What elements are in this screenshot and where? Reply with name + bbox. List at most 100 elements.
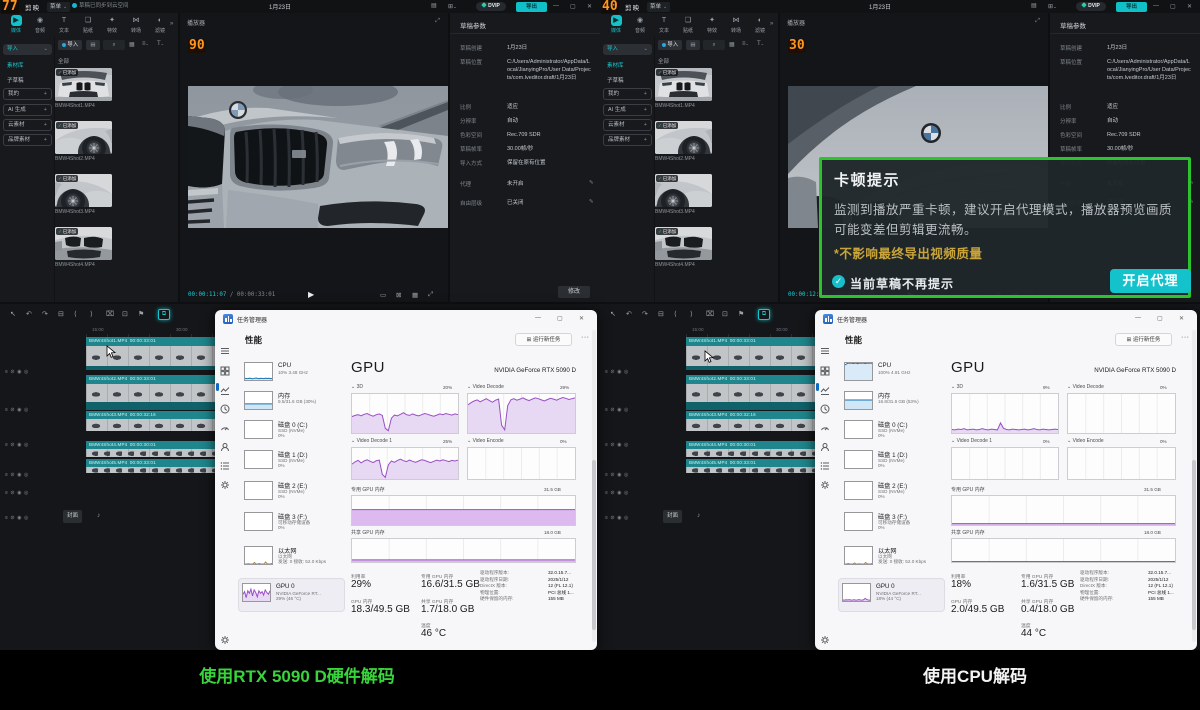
- search-input[interactable]: ⌕: [703, 40, 725, 50]
- sidebar-item-素材库[interactable]: 素材库: [3, 61, 52, 72]
- track-header-controls[interactable]: ≡⊘◉◎: [5, 472, 31, 478]
- startup-icon[interactable]: [220, 420, 230, 430]
- tm-more-button[interactable]: ···: [1181, 334, 1190, 341]
- tm-sidebar-item-磁盘0(C:)[interactable]: 磁盘 0 (C:)SSD (NVMe)0%: [841, 420, 945, 446]
- settings-icon[interactable]: [820, 632, 830, 642]
- tm-close-button[interactable]: ✕: [1179, 315, 1184, 322]
- dvip-badge[interactable]: DVIP: [476, 2, 506, 11]
- grid-layout-icon[interactable]: ⊞⌄: [448, 3, 457, 11]
- menu-button[interactable]: 菜单⌄: [647, 2, 670, 12]
- maximize-button[interactable]: ▢: [1170, 3, 1176, 10]
- menu-button[interactable]: 菜单⌄: [47, 2, 70, 12]
- app-history-icon[interactable]: [820, 401, 830, 411]
- quality-icon[interactable]: ▭: [380, 291, 386, 299]
- track-header-controls[interactable]: ≡⊘◉◎: [605, 442, 631, 448]
- draft-params-edit-button[interactable]: 修改: [558, 286, 590, 298]
- tm-run-new-task-button[interactable]: ⊞ 运行新任务: [1115, 333, 1172, 346]
- delete-icon[interactable]: ⌧: [106, 310, 114, 319]
- cover-button[interactable]: 封面: [663, 510, 682, 523]
- mirror-icon[interactable]: ⊡: [122, 310, 128, 319]
- main-track-controls[interactable]: ≡⊘◉◎: [605, 515, 631, 521]
- tm-run-new-task-button[interactable]: ⊞ 运行新任务: [515, 333, 572, 346]
- tm-sidebar-item-磁盘1(D:)[interactable]: 磁盘 1 (D:)SSD (NVMe)0%: [841, 450, 945, 476]
- tab-特效[interactable]: ✦特效: [100, 15, 124, 34]
- track-header-controls[interactable]: ≡⊘◉◎: [605, 407, 631, 413]
- close-button[interactable]: ✕: [1187, 3, 1192, 10]
- startup-icon[interactable]: [820, 420, 830, 430]
- processes-icon[interactable]: [820, 363, 830, 373]
- layout-icon[interactable]: ▤: [1031, 3, 1037, 10]
- app-history-icon[interactable]: [220, 401, 230, 411]
- marker-icon[interactable]: ⚑: [138, 310, 144, 319]
- tm-sidebar-item-磁盘1(D:)[interactable]: 磁盘 1 (D:)SSD (NVMe)0%: [241, 450, 345, 476]
- menu-icon[interactable]: [820, 343, 830, 353]
- media-clip[interactable]: ✓已添加BMW4Shot1.MP4: [655, 68, 712, 109]
- sidebar-item-云素材[interactable]: 云素材+: [3, 119, 52, 131]
- tm-sidebar-item-磁盘2(E:)[interactable]: 磁盘 2 (E:)SSD (NVMe)0%: [241, 481, 345, 507]
- media-clip[interactable]: ✓已添加BMW4Shot3.MP4: [655, 174, 712, 215]
- cover-button[interactable]: 封面: [63, 510, 82, 523]
- sidebar-item-导入[interactable]: 导入⌄: [3, 44, 52, 55]
- tab-转场[interactable]: ⋈转场: [124, 15, 148, 34]
- sidebar-item-导入[interactable]: 导入⌄: [603, 44, 652, 55]
- close-button[interactable]: ✕: [587, 3, 592, 10]
- media-clip[interactable]: ✓已添加BMW4Shot2.MP4: [55, 121, 112, 162]
- trim-right-icon[interactable]: ⟩: [90, 310, 93, 319]
- proxy-mode-icon[interactable]: ⧉: [758, 309, 770, 320]
- dvip-badge[interactable]: DVIP: [1076, 2, 1106, 11]
- undo-icon[interactable]: ↶: [26, 310, 32, 319]
- select-tool-icon[interactable]: ↖: [10, 310, 16, 319]
- tm-sidebar-item-CPU[interactable]: CPU10% 3.48 GHz: [241, 362, 345, 388]
- tm-scrollbar[interactable]: [592, 330, 596, 642]
- services-icon[interactable]: [820, 477, 830, 487]
- tm-sidebar-item-以太网[interactable]: 以太网以太网发送: 0 接收: 52.0 Kbps: [841, 546, 945, 572]
- ribbon-more-icon[interactable]: »: [170, 21, 173, 27]
- trim-left-icon[interactable]: ⟨: [674, 310, 677, 319]
- tm-more-button[interactable]: ···: [581, 334, 590, 341]
- tab-滤镜[interactable]: ◐滤镜: [148, 15, 172, 34]
- services-icon[interactable]: [220, 477, 230, 487]
- filter-icon[interactable]: T⌄: [757, 41, 764, 47]
- folder-button[interactable]: ▤: [86, 40, 100, 50]
- main-track-controls[interactable]: ≡⊘◉◎: [5, 515, 31, 521]
- sidebar-item-云素材[interactable]: 云素材+: [603, 119, 652, 131]
- sort-icon[interactable]: ≡⌄: [742, 41, 749, 47]
- redo-icon[interactable]: ↷: [642, 310, 648, 319]
- filter-icon[interactable]: T⌄: [157, 41, 164, 47]
- tm-sidebar-item-磁盘2(E:)[interactable]: 磁盘 2 (E:)SSD (NVMe)0%: [841, 481, 945, 507]
- grid-layout-icon[interactable]: ⊞⌄: [1048, 3, 1057, 11]
- tm-sidebar-item-内存[interactable]: 内存16.8/31.6 GB (53%): [841, 391, 945, 417]
- tab-媒体[interactable]: ▶媒体: [604, 15, 628, 34]
- export-button[interactable]: 导出: [1116, 2, 1147, 13]
- split-icon[interactable]: ⊟: [658, 310, 664, 319]
- users-icon[interactable]: [820, 439, 830, 449]
- edit-pencil-icon[interactable]: ✎: [589, 180, 594, 186]
- play-button[interactable]: ▶: [308, 290, 314, 299]
- tm-sidebar-item-磁盘0(C:)[interactable]: 磁盘 0 (C:)SSD (NVMe)0%: [241, 420, 345, 446]
- users-icon[interactable]: [220, 439, 230, 449]
- mirror-icon[interactable]: ⊡: [722, 310, 728, 319]
- tab-媒体[interactable]: ▶媒体: [4, 15, 28, 34]
- import-button[interactable]: 导入: [658, 40, 682, 50]
- tab-滤镜[interactable]: ◐滤镜: [748, 15, 772, 34]
- sidebar-item-AI 生成[interactable]: AI 生成+: [603, 104, 652, 116]
- delete-icon[interactable]: ⌧: [706, 310, 714, 319]
- view-toggle-icon[interactable]: ▦: [129, 41, 135, 48]
- tm-maximize-button[interactable]: ▢: [1157, 315, 1163, 322]
- sidebar-item-品牌素材[interactable]: 品牌素材+: [3, 134, 52, 146]
- search-input[interactable]: ⌕: [103, 40, 125, 50]
- tm-sidebar-item-内存[interactable]: 内存9.5/31.6 GB (30%): [241, 391, 345, 417]
- sidebar-item-子草稿[interactable]: 子草稿: [3, 76, 52, 87]
- tm-scrollbar[interactable]: [1192, 330, 1196, 642]
- trim-right-icon[interactable]: ⟩: [690, 310, 693, 319]
- tab-音频[interactable]: ◉音频: [628, 15, 652, 34]
- track-header-controls[interactable]: ≡⊘◉◎: [605, 369, 631, 375]
- tm-sidebar-item-磁盘3(F:)[interactable]: 磁盘 3 (F:)可移动存储设备0%: [841, 512, 945, 538]
- enable-proxy-button[interactable]: 开启代理: [1110, 269, 1191, 293]
- proxy-mode-icon[interactable]: ⧉: [158, 309, 170, 320]
- sidebar-item-子草稿[interactable]: 子草稿: [603, 76, 652, 87]
- redo-icon[interactable]: ↷: [42, 310, 48, 319]
- tm-sidebar-item-磁盘3(F:)[interactable]: 磁盘 3 (F:)可移动存储设备0%: [241, 512, 345, 538]
- media-clip[interactable]: ✓已添加BMW4Shot4.MP4: [55, 227, 112, 268]
- sort-icon[interactable]: ≡⌄: [142, 41, 149, 47]
